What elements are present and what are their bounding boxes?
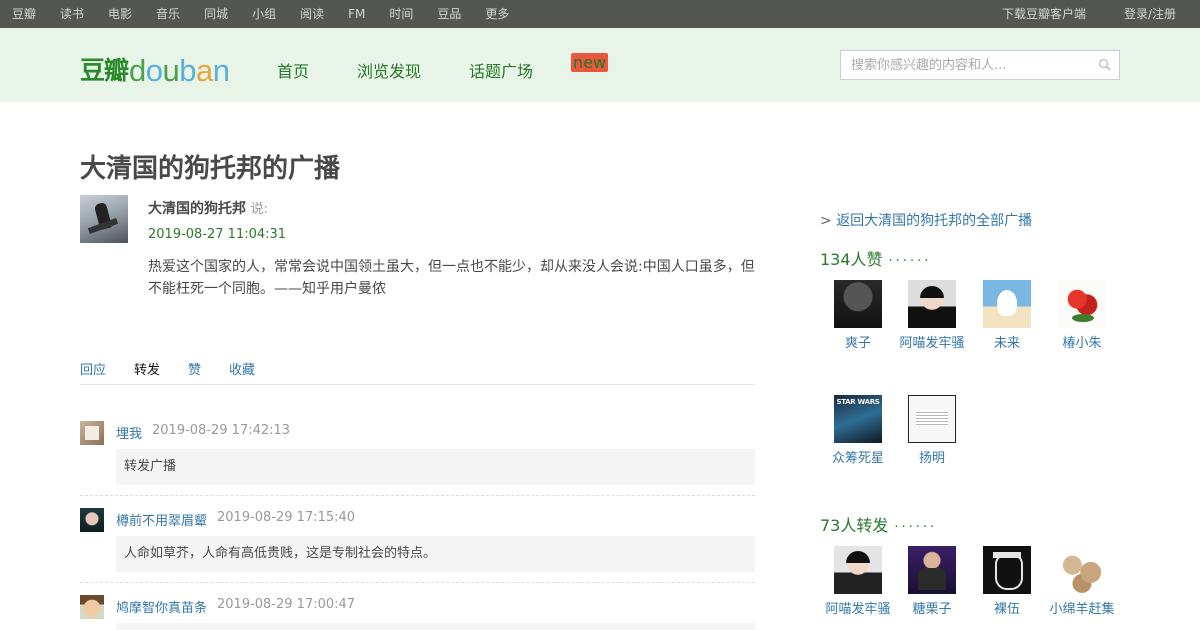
top-nav-group[interactable]: 小组 (252, 0, 276, 28)
avatar[interactable] (908, 546, 956, 594)
logo-letter: a (196, 53, 213, 88)
avatar[interactable] (1058, 546, 1106, 594)
tab-like[interactable]: 赞 (188, 359, 201, 384)
avatar[interactable] (983, 546, 1031, 594)
top-nav-right: 下载豆瓣客户端 登录/注册 (964, 0, 1176, 28)
logo-letter: d (129, 53, 146, 88)
reshare-comment: 人命如草芥，人命有高低贵贱，这是专制社会的特点。 (116, 536, 755, 572)
list-item: 鸠摩智你真苗条 2019-08-29 17:00:47 (80, 595, 755, 630)
reshare-comment (116, 623, 755, 630)
back-to-all-link[interactable]: > 返回大清国的狗托邦的全部广播 (820, 210, 1032, 230)
avatar[interactable] (834, 546, 882, 594)
download-client-link[interactable]: 下载豆瓣客户端 (1002, 0, 1086, 28)
reshare-user[interactable]: 埋我 (116, 423, 142, 442)
nav-topics[interactable]: 话题广场 new (469, 53, 618, 82)
search-box (840, 50, 1120, 80)
avatar[interactable] (983, 280, 1031, 328)
resharer-name[interactable]: 小绵羊赶集 (1037, 598, 1127, 617)
top-nav-more[interactable]: 更多 (485, 0, 509, 28)
list-item: 樽前不用翠眉颦 2019-08-29 17:15:40 人命如草芥，人命有高低贵… (80, 508, 755, 588)
logo-letter: n (212, 53, 230, 88)
author-says: 说: (250, 202, 268, 217)
back-prefix: > (820, 213, 832, 229)
tab-collect[interactable]: 收藏 (229, 359, 255, 384)
likes-heading: 134人赞 ······ (820, 246, 931, 270)
likes-more-dots[interactable]: ······ (889, 254, 932, 269)
likes-title[interactable]: 134人赞 (820, 250, 883, 269)
author-name[interactable]: 大清国的狗托邦 (148, 201, 246, 217)
reshare-user[interactable]: 樽前不用翠眉颦 (116, 510, 207, 529)
avatar[interactable] (908, 280, 956, 328)
list-item: 埋我 2019-08-29 17:42:13 转发广播 (80, 421, 755, 501)
avatar[interactable] (80, 508, 104, 532)
nav-explore-label: 浏览发现 (357, 62, 422, 81)
liker-name[interactable]: 椿小朱 (1037, 332, 1127, 351)
divider (80, 495, 755, 496)
top-nav-read[interactable]: 阅读 (300, 0, 324, 28)
page-title: 大清国的狗托邦的广播 (80, 154, 341, 184)
logo-letter: o (145, 53, 163, 88)
reshare-comment: 转发广播 (116, 449, 755, 485)
tab-reply[interactable]: 回应 (80, 359, 106, 384)
top-nav-time[interactable]: 时间 (389, 0, 413, 28)
nav-home-label: 首页 (277, 62, 310, 81)
avatar[interactable] (908, 395, 956, 443)
search-icon[interactable] (1098, 58, 1111, 71)
back-link-label: 返回大清国的狗托邦的全部广播 (836, 213, 1033, 229)
main-nav: 首页 浏览发现 话题广场 new (277, 53, 642, 82)
reshare-time: 2019-08-29 17:42:13 (152, 423, 291, 438)
nav-home[interactable]: 首页 (277, 58, 333, 82)
reshares-title[interactable]: 73人转发 (820, 516, 888, 535)
tab-reshare[interactable]: 转发 (134, 359, 160, 384)
login-register-link[interactable]: 登录/注册 (1124, 0, 1176, 28)
author-avatar[interactable] (80, 195, 128, 243)
top-nav-music[interactable]: 音乐 (156, 0, 180, 28)
top-nav-fm[interactable]: FM (348, 0, 365, 28)
avatar[interactable] (80, 421, 104, 445)
top-nav-douban[interactable]: 豆瓣 (12, 0, 36, 28)
nav-explore[interactable]: 浏览发现 (357, 58, 445, 82)
liker[interactable]: 扬明 (887, 395, 977, 466)
top-nav-local[interactable]: 同城 (204, 0, 228, 28)
logo-chinese: 豆瓣 (80, 56, 129, 85)
new-badge: new (571, 53, 609, 72)
avatar[interactable] (834, 395, 882, 443)
avatar[interactable] (834, 280, 882, 328)
top-nav-book[interactable]: 读书 (60, 0, 84, 28)
reshare-user[interactable]: 鸠摩智你真苗条 (116, 597, 207, 616)
douban-logo[interactable]: 豆瓣 douban (80, 46, 230, 86)
status-text: 热爱这个国家的人，常常会说中国领土虽大，但一点也不能少，却从来没人会说:中国人口… (148, 259, 755, 297)
avatar[interactable] (80, 595, 104, 619)
author-line: 大清国的狗托邦 说: (148, 198, 268, 218)
status-tabs: 回应 转发 赞 收藏 (80, 359, 755, 385)
top-nav-goods[interactable]: 豆品 (437, 0, 461, 28)
liker-name[interactable]: 扬明 (887, 447, 977, 466)
search-input[interactable] (841, 51, 1081, 79)
top-nav-movie[interactable]: 电影 (108, 0, 132, 28)
reshare-time: 2019-08-29 17:15:40 (217, 510, 356, 525)
site-header: 豆瓣 douban 首页 浏览发现 话题广场 new (0, 28, 1200, 102)
reshares-heading: 73人转发 ······ (820, 512, 937, 536)
top-nav-bar: 豆瓣 读书 电影 音乐 同城 小组 阅读 FM 时间 豆品 更多 下载豆瓣客户端… (0, 0, 1200, 28)
status-time[interactable]: 2019-08-27 11:04:31 (148, 227, 286, 242)
divider (80, 582, 755, 583)
logo-english: douban (129, 53, 230, 88)
resharer[interactable]: 小绵羊赶集 (1037, 546, 1127, 617)
liker[interactable]: 椿小朱 (1037, 280, 1127, 351)
logo-letter: b (179, 53, 197, 88)
avatar[interactable] (1058, 280, 1106, 328)
reshare-time: 2019-08-29 17:00:47 (217, 597, 356, 612)
top-nav-links: 豆瓣 读书 电影 音乐 同城 小组 阅读 FM 时间 豆品 更多 (12, 0, 533, 28)
reshares-more-dots[interactable]: ······ (894, 520, 937, 535)
nav-topics-label: 话题广场 (469, 62, 534, 81)
logo-letter: u (162, 53, 180, 88)
